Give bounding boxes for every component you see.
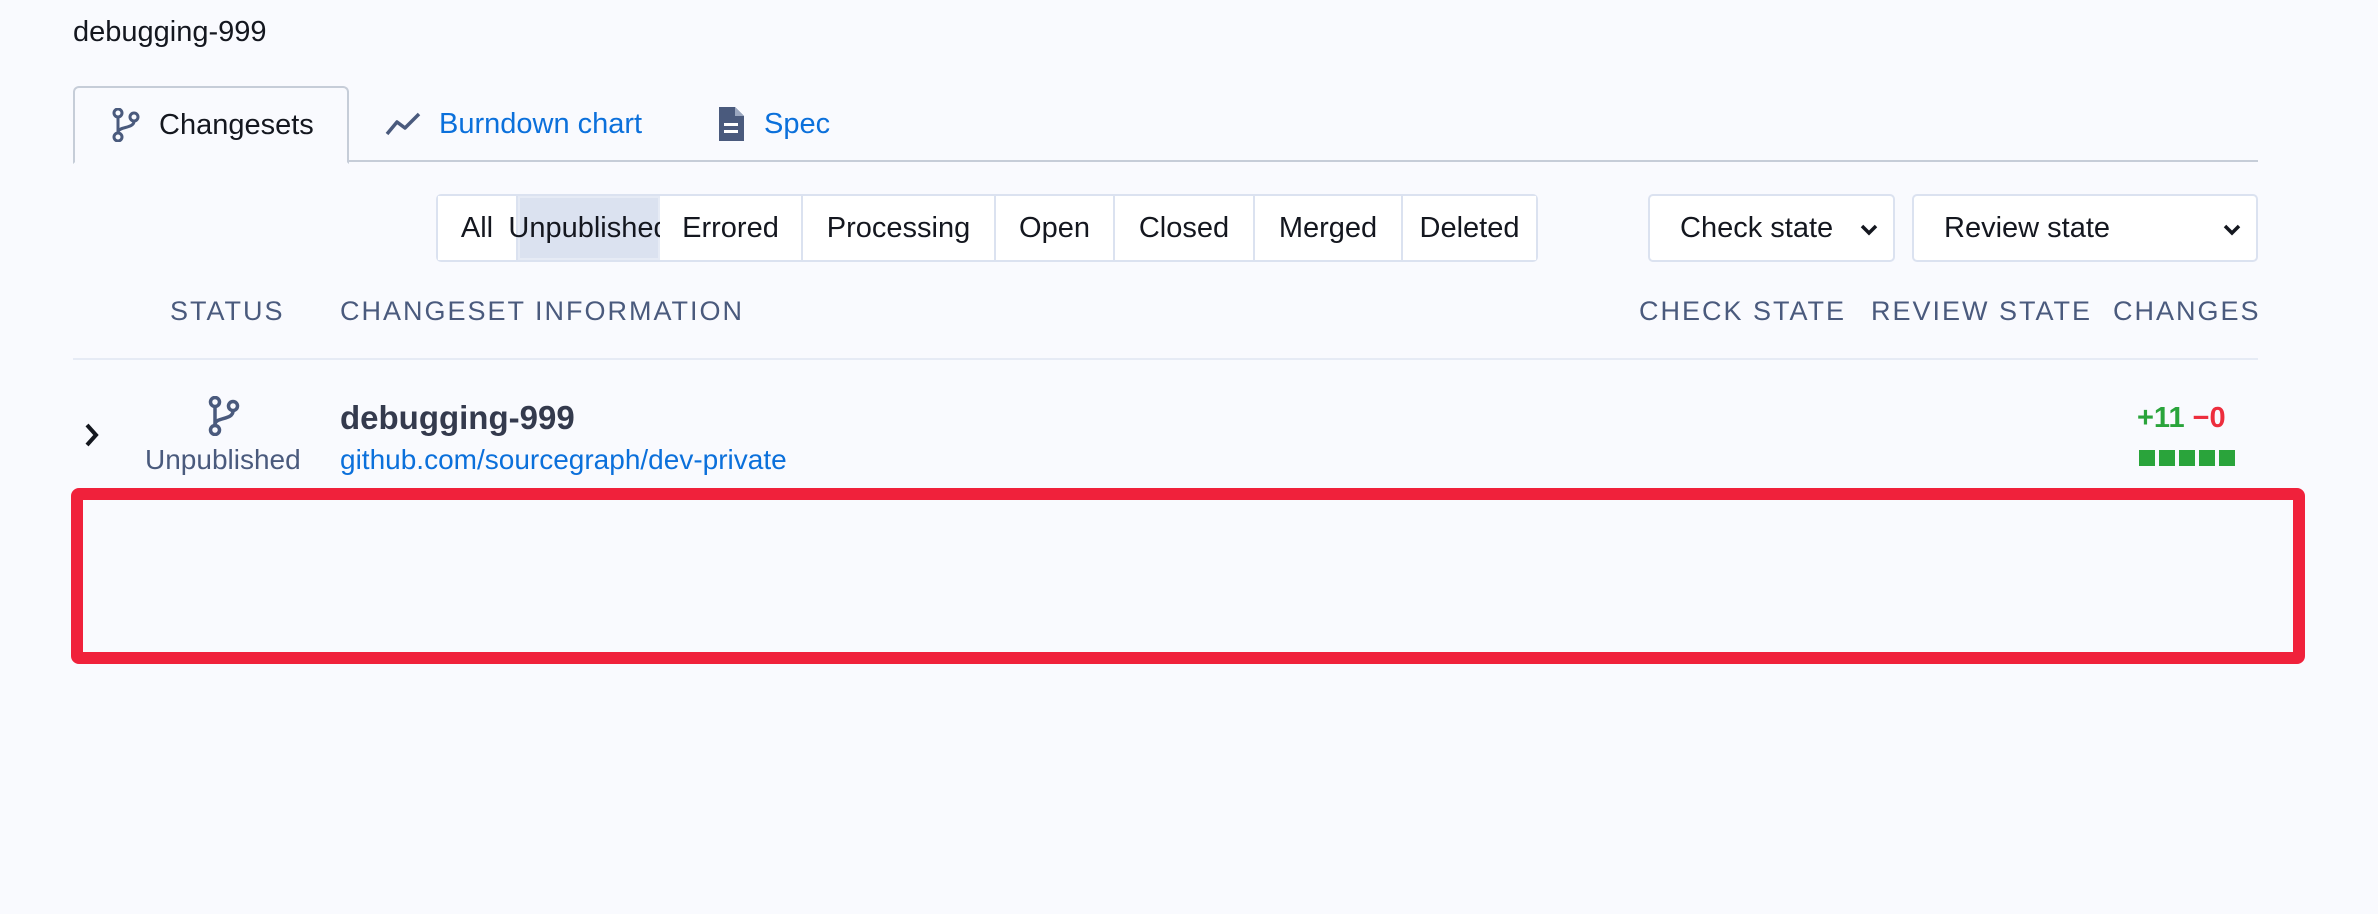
diff-square	[2179, 450, 2195, 466]
tab-burndown-label: Burndown chart	[439, 107, 643, 140]
column-header-review-state: REVIEW STATE	[1871, 296, 2093, 326]
file-document-icon	[716, 106, 746, 142]
filter-processing[interactable]: Processing	[803, 196, 996, 260]
page: debugging-999 Changesets Burndown chart	[0, 0, 2378, 914]
check-state-select-value: Check state	[1680, 211, 1834, 244]
chart-line-icon	[385, 112, 421, 136]
branch-icon	[206, 395, 242, 441]
changeset-title: debugging-999	[340, 399, 575, 436]
diff-deleted-count: −0	[2192, 402, 2226, 434]
check-state-select[interactable]: Check state	[1648, 194, 1895, 262]
filter-merged[interactable]: Merged	[1255, 196, 1403, 260]
header-divider	[73, 358, 2258, 360]
campaign-title: debugging-999	[73, 16, 267, 48]
diff-square	[2199, 450, 2215, 466]
diff-added-count: +11	[2137, 402, 2185, 434]
filter-errored[interactable]: Errored	[660, 196, 803, 260]
diff-square	[2219, 450, 2235, 466]
column-header-changeset-information: CHANGESET INFORMATION	[340, 296, 745, 326]
state-filter-group: All Unpublished Errored Processing Open …	[436, 194, 1538, 262]
tab-spec[interactable]: Spec	[716, 86, 830, 162]
expand-chevron-right-icon[interactable]	[82, 420, 102, 455]
review-state-select[interactable]: Review state	[1912, 194, 2258, 262]
highlight-box	[71, 488, 2305, 664]
changeset-status-label: Unpublished	[145, 444, 301, 475]
diff-square	[2139, 450, 2155, 466]
diff-square	[2159, 450, 2175, 466]
review-state-select-value: Review state	[1944, 211, 2111, 244]
filter-closed[interactable]: Closed	[1115, 196, 1255, 260]
chevron-down-icon	[1859, 212, 1879, 245]
branch-icon	[111, 108, 141, 142]
filter-unpublished[interactable]: Unpublished	[508, 196, 670, 260]
column-header-check-state: CHECK STATE	[1639, 296, 1847, 326]
tab-changesets-label: Changesets	[159, 108, 314, 141]
diff-stat-squares	[2139, 450, 2235, 466]
tab-changesets[interactable]: Changesets	[73, 86, 349, 164]
filter-deleted[interactable]: Deleted	[1403, 196, 1536, 260]
tab-spec-label: Spec	[764, 107, 831, 140]
tab-bar: Changesets Burndown chart Spec	[73, 86, 2258, 164]
filter-all[interactable]: All	[438, 196, 518, 260]
tab-burndown-chart[interactable]: Burndown chart	[385, 86, 642, 162]
column-header-changes: CHANGES	[2113, 296, 2261, 326]
changeset-repo-link[interactable]: github.com/sourcegraph/dev-private	[340, 444, 787, 476]
filter-open[interactable]: Open	[996, 196, 1115, 260]
chevron-down-icon	[2222, 212, 2242, 245]
column-header-status: STATUS	[170, 296, 285, 326]
diff-stat: +11 −0	[2137, 402, 2226, 435]
